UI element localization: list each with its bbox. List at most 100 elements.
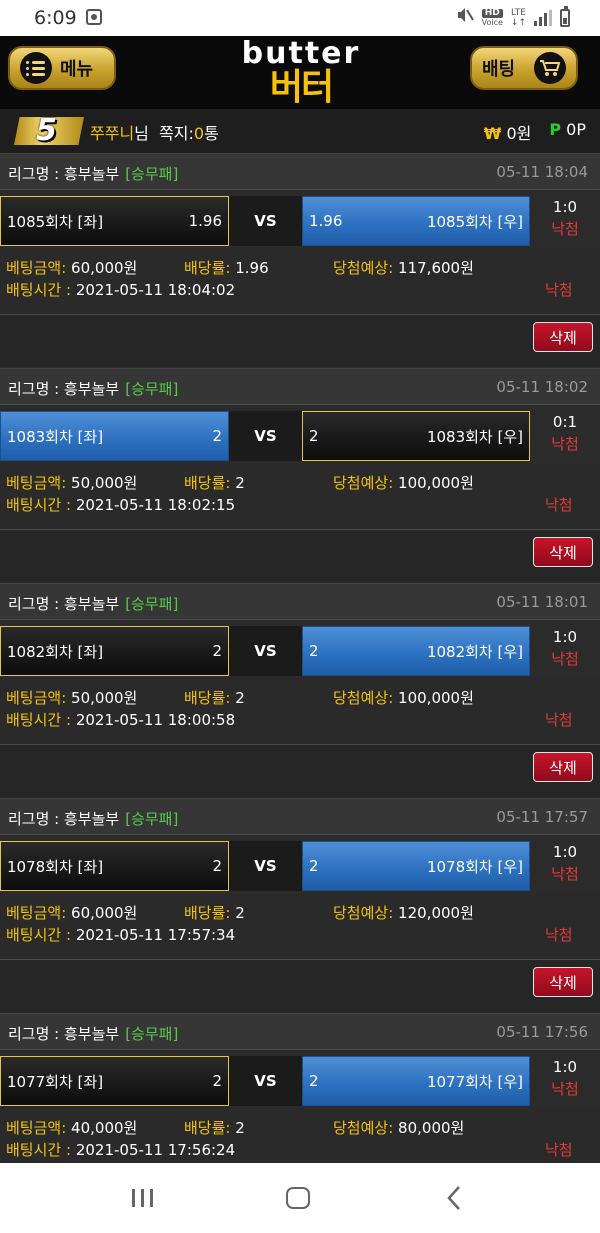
delete-row: 삭제 [0, 529, 600, 582]
left-team-option[interactable]: 1082회차 [좌] 2 [0, 626, 229, 676]
score-value: 1:0 [552, 1058, 578, 1076]
right-team-name: 1085회차 [우] [426, 212, 523, 231]
score-value: 1:0 [552, 198, 578, 216]
level-badge: 5 [14, 117, 84, 145]
lte-icon: LTE ↓↑ [510, 7, 526, 28]
delete-row: 삭제 [0, 314, 600, 367]
match-row: 1082회차 [좌] 2 VS 2 1082회차 [우] 1:0 낙첨 [0, 620, 600, 678]
result-label: 낙첨 [551, 1080, 579, 1098]
league-name: 리그명 : 흥부놀부 [승무패] [8, 165, 179, 183]
delete-button[interactable]: 삭제 [533, 967, 593, 997]
status-bar: 6:09 HD Voice LTE ↓↑ [0, 0, 600, 36]
bet-amount: 베팅금액: 60,000원 [6, 259, 138, 277]
delete-button[interactable]: 삭제 [533, 322, 593, 352]
bet-amount: 베팅금액: 40,000원 [6, 1119, 138, 1137]
vs-label: VS [229, 1056, 302, 1106]
right-team-option[interactable]: 2 1082회차 [우] [302, 626, 530, 676]
recent-apps-icon[interactable] [132, 1189, 154, 1207]
status-icons: HD Voice LTE ↓↑ [456, 5, 570, 29]
bet-date: 05-11 18:01 [496, 593, 588, 611]
right-team-option[interactable]: 2 1078회차 [우] [302, 841, 530, 891]
bet-status: 낙첨 [545, 711, 573, 729]
system-nav-bar [0, 1163, 600, 1233]
left-team-name: 1082회차 [좌] [7, 642, 104, 661]
league-name: 리그명 : 흥부놀부 [승무패] [8, 380, 179, 398]
result-label: 낙첨 [551, 865, 579, 883]
right-team-option[interactable]: 2 1077회차 [우] [302, 1056, 530, 1106]
match-row: 1083회차 [좌] 2 VS 2 1083회차 [우] 0:1 낙첨 [0, 405, 600, 463]
expected-win: 당첨예상: 80,000원 [333, 1119, 465, 1137]
left-team-name: 1083회차 [좌] [7, 427, 104, 446]
delete-button[interactable]: 삭제 [533, 537, 593, 567]
user-name: 쭈쭈니 [90, 124, 135, 143]
bet-button[interactable]: 배팅 [470, 46, 578, 90]
delete-row: 삭제 [0, 744, 600, 797]
expected-win: 당첨예상: 117,600원 [333, 259, 474, 277]
bet-date: 05-11 17:56 [496, 1023, 588, 1041]
back-icon[interactable] [446, 1185, 462, 1211]
score-value: 1:0 [552, 843, 578, 861]
menu-button[interactable]: 메뉴 [8, 46, 116, 90]
vs-label: VS [229, 411, 302, 461]
bet-date: 05-11 18:04 [496, 163, 588, 181]
logo[interactable]: butter 버터 [236, 38, 366, 106]
left-odds: 1.96 [188, 212, 222, 230]
left-team-option[interactable]: 1085회차 [좌] 1.96 [0, 196, 229, 246]
league-row: 리그명 : 흥부놀부 [승무패] 05-11 17:57 [0, 798, 600, 835]
right-team-name: 1078회차 [우] [426, 857, 523, 876]
menu-label: 메뉴 [60, 59, 94, 80]
right-team-name: 1082회차 [우] [426, 642, 523, 661]
left-odds: 2 [212, 642, 222, 660]
right-odds: 2 [309, 857, 319, 875]
score-value: 0:1 [552, 413, 578, 431]
score: 1:0 낙첨 [530, 626, 600, 670]
left-team-option[interactable]: 1078회차 [좌] 2 [0, 841, 229, 891]
right-odds: 2 [309, 642, 319, 660]
user-info-bar: 5 쭈쭈니님 쪽지:0통 ₩ 0원 P 0P [0, 109, 600, 153]
score-value: 1:0 [552, 628, 578, 646]
bet-time: 배팅시간 : 2021-05-11 17:57:34 [6, 926, 236, 944]
mute-icon [456, 6, 474, 29]
cart-icon [534, 52, 566, 84]
bet-label: 배팅 [482, 59, 516, 80]
league-row: 리그명 : 흥부놀부 [승무패] 05-11 17:56 [0, 1013, 600, 1050]
right-team-option[interactable]: 1.96 1085회차 [우] [302, 196, 530, 246]
vs-label: VS [229, 626, 302, 676]
delete-button[interactable]: 삭제 [533, 752, 593, 782]
bet-history-list[interactable]: 리그명 : 흥부놀부 [승무패] 05-11 18:04 1085회차 [좌] 1… [0, 153, 600, 1163]
score: 1:0 낙첨 [530, 841, 600, 885]
bet-status: 낙첨 [545, 281, 573, 299]
odds-rate: 배당률: 2 [184, 474, 245, 492]
point-balance: P 0P [549, 120, 586, 139]
odds-rate: 배당률: 2 [184, 689, 245, 707]
result-label: 낙첨 [551, 220, 579, 238]
score: 1:0 낙첨 [530, 1056, 600, 1100]
delete-row: 삭제 [0, 959, 600, 1012]
bet-time: 배팅시간 : 2021-05-11 18:02:15 [6, 496, 236, 514]
notification-icon [86, 9, 102, 25]
result-label: 낙첨 [551, 650, 579, 668]
odds-rate: 배당률: 2 [184, 1119, 245, 1137]
bet-time: 배팅시간 : 2021-05-11 17:56:24 [6, 1141, 236, 1159]
left-team-option[interactable]: 1077회차 [좌] 2 [0, 1056, 229, 1106]
logo-english: butter [241, 36, 361, 71]
battery-icon [560, 5, 570, 27]
right-team-name: 1083회차 [우] [426, 427, 523, 446]
left-team-name: 1077회차 [좌] [7, 1072, 104, 1091]
expected-win: 당첨예상: 100,000원 [333, 689, 474, 707]
right-odds: 2 [309, 1072, 319, 1090]
league-row: 리그명 : 흥부놀부 [승무패] 05-11 18:02 [0, 368, 600, 405]
home-icon[interactable] [286, 1187, 310, 1209]
expected-win: 당첨예상: 120,000원 [333, 904, 474, 922]
user-info: 쭈쭈니님 쪽지:0통 [90, 124, 219, 143]
bet-info: 베팅금액: 50,000원 배당률: 2 당첨예상: 100,000원 배팅시간… [0, 463, 600, 529]
league-row: 리그명 : 흥부놀부 [승무패] 05-11 18:01 [0, 583, 600, 620]
app-header: 메뉴 butter 버터 배팅 [0, 36, 600, 109]
note-link[interactable]: 쪽지:0통 [159, 124, 219, 143]
bet-info: 베팅금액: 40,000원 배당률: 2 당첨예상: 80,000원 배팅시간 … [0, 1108, 600, 1163]
right-team-option[interactable]: 2 1083회차 [우] [302, 411, 530, 461]
left-team-option[interactable]: 1083회차 [좌] 2 [0, 411, 229, 461]
right-odds: 1.96 [309, 212, 343, 230]
bet-info: 베팅금액: 60,000원 배당률: 1.96 당첨예상: 117,600원 배… [0, 248, 600, 314]
league-name: 리그명 : 흥부놀부 [승무패] [8, 1025, 179, 1043]
